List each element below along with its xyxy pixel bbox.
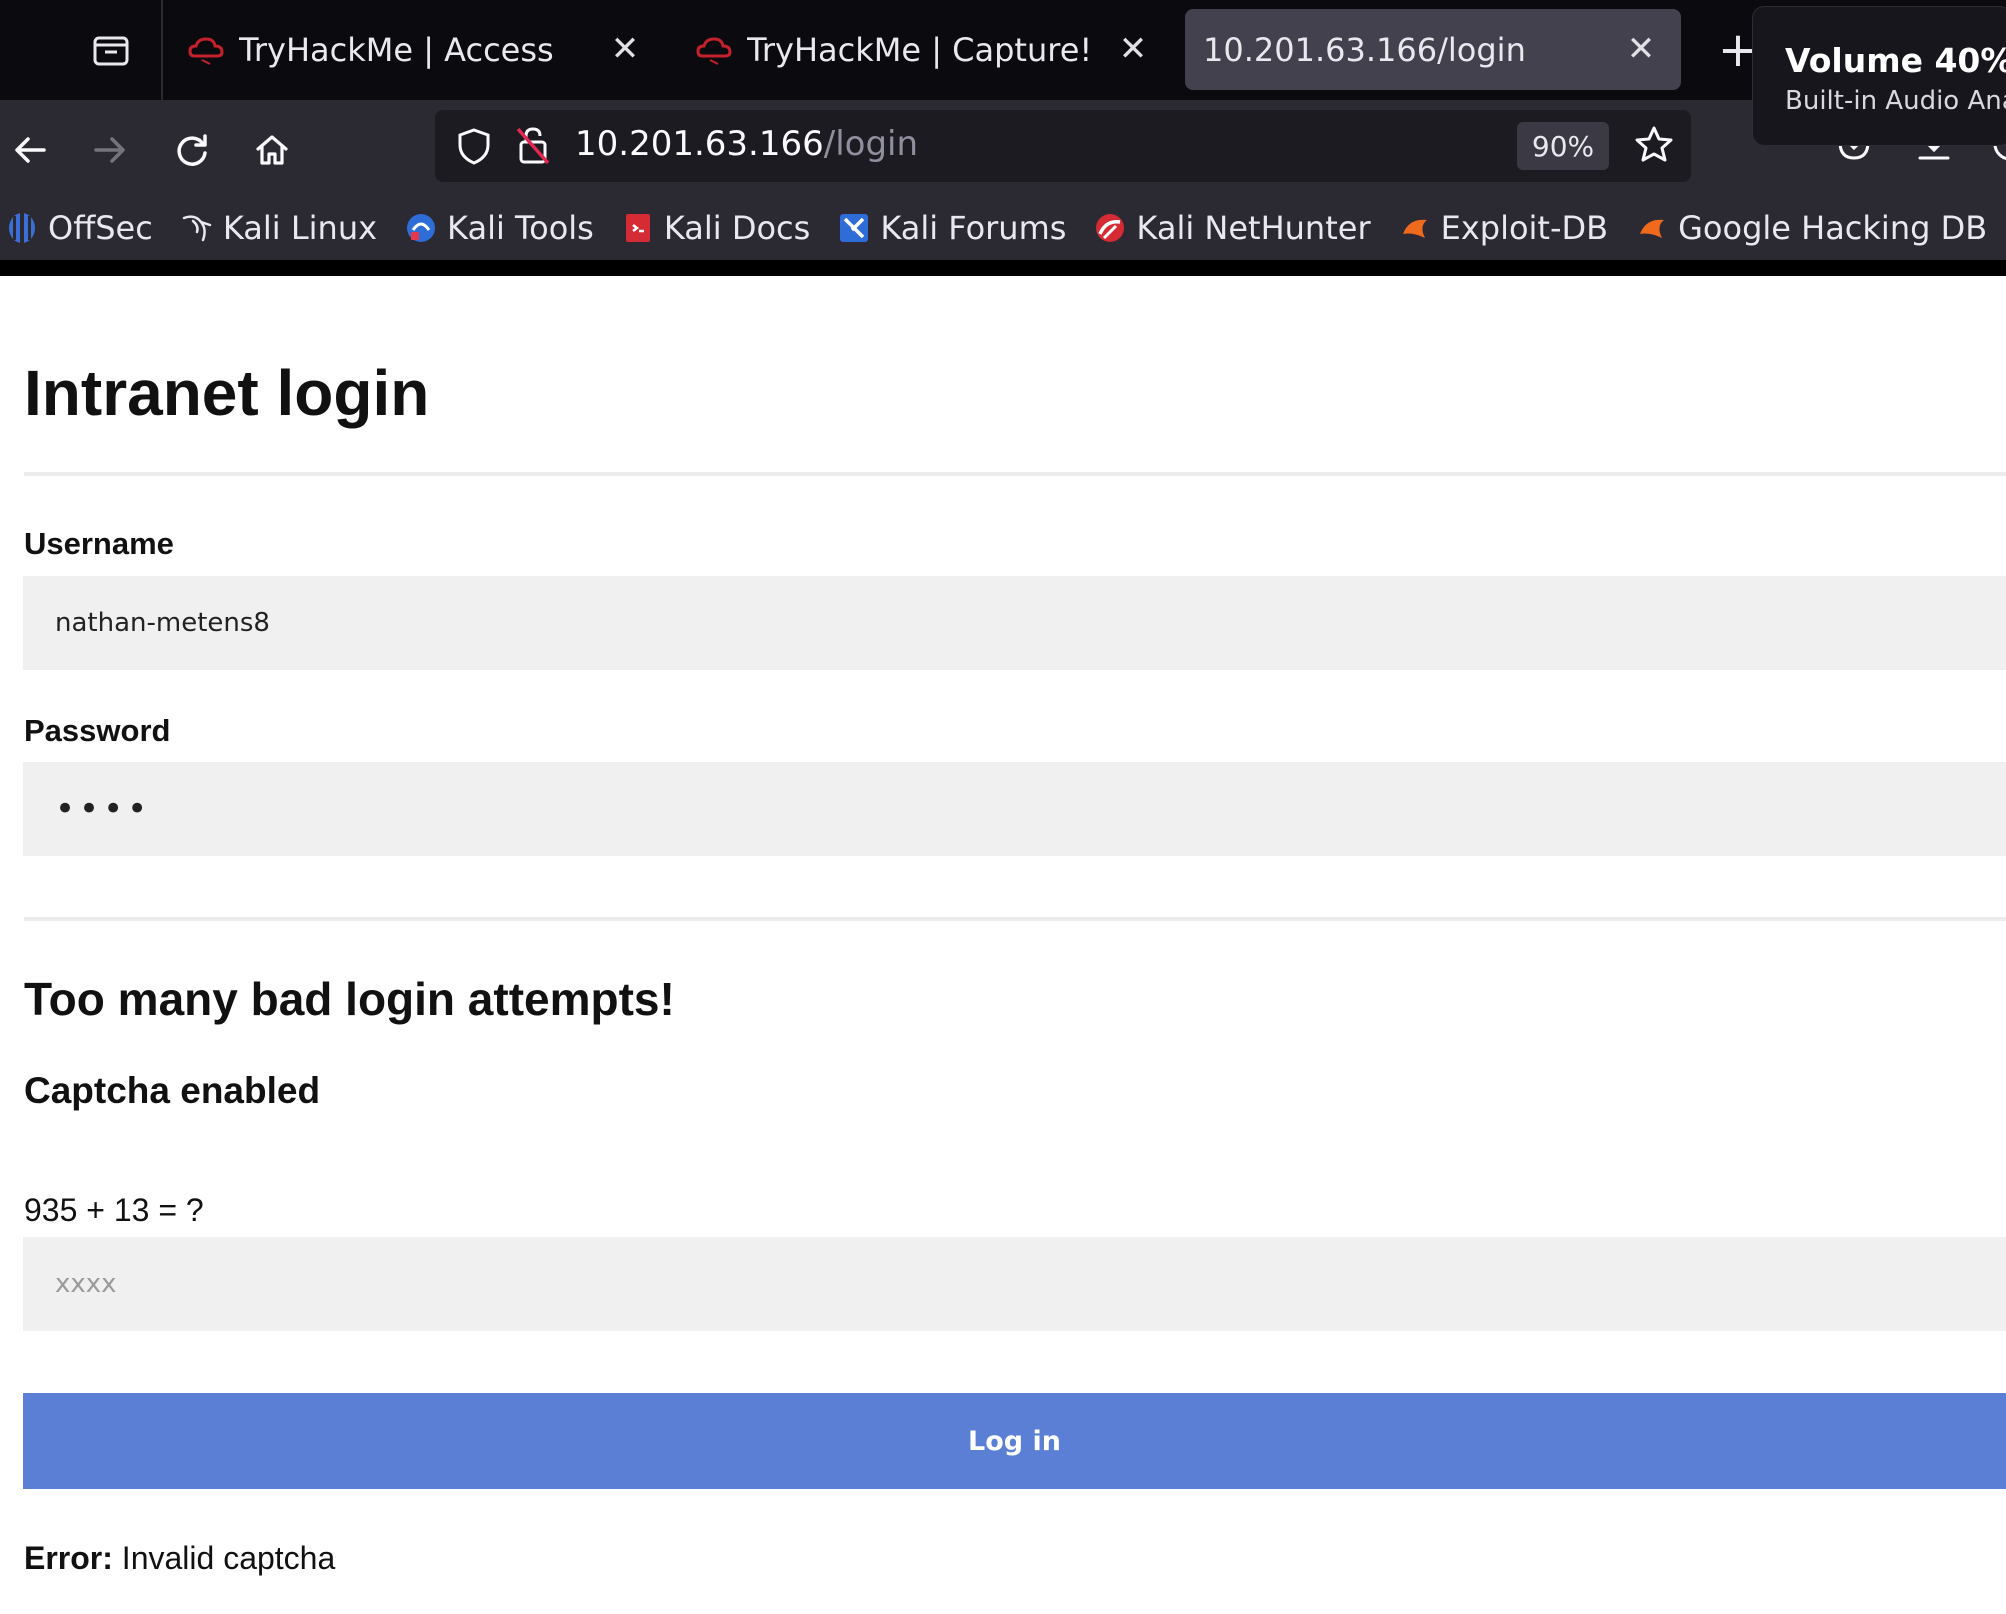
tab-login[interactable]: 10.201.63.166/login ✕ bbox=[1185, 9, 1681, 90]
captcha-heading: Captcha enabled bbox=[24, 1070, 321, 1111]
arrow-left-icon bbox=[15, 137, 46, 163]
close-icon[interactable]: ✕ bbox=[603, 27, 647, 71]
login-button[interactable]: Log in bbox=[23, 1393, 2006, 1489]
reload-button[interactable] bbox=[162, 120, 222, 180]
home-icon bbox=[256, 135, 288, 165]
close-icon[interactable]: ✕ bbox=[1619, 27, 1663, 71]
tryhackme-icon bbox=[693, 29, 735, 71]
volume-notification: Volume 40% Built-in Audio Ana bbox=[1752, 6, 2006, 146]
bookmark-kali-nethunter[interactable]: Kali NetHunter bbox=[1094, 208, 1371, 247]
bookmark-star-icon[interactable] bbox=[1633, 124, 1675, 170]
url-bar[interactable]: 10.201.63.166/login 90% bbox=[435, 110, 1691, 182]
bookmark-label: Google Hacking DB bbox=[1678, 208, 1988, 247]
tab-tryhackme-capture[interactable]: TryHackMe | Capture! ✕ bbox=[693, 9, 1173, 90]
back-button[interactable] bbox=[0, 120, 60, 180]
page-title: Intranet login bbox=[24, 357, 430, 429]
kali-docs-icon bbox=[622, 212, 654, 244]
bookmark-kali-linux[interactable]: Kali Linux bbox=[181, 209, 377, 247]
bookmark-kali-docs[interactable]: Kali Docs bbox=[622, 209, 810, 247]
close-icon[interactable]: ✕ bbox=[1111, 27, 1155, 71]
page-content: Intranet login Username Password Too man… bbox=[0, 276, 2006, 1614]
password-label: Password bbox=[24, 713, 171, 748]
username-label: Username bbox=[24, 526, 174, 561]
exploit-db-icon bbox=[1399, 212, 1431, 244]
tab-bar: TryHackMe | Access ✕ TryHackMe | Capture… bbox=[0, 0, 2006, 100]
bookmark-label: Kali Tools bbox=[447, 208, 594, 247]
bookmark-label: Kali NetHunter bbox=[1136, 208, 1371, 247]
password-input[interactable] bbox=[23, 762, 2006, 856]
home-button[interactable] bbox=[242, 120, 302, 180]
tab-label: 10.201.63.166/login bbox=[1203, 30, 1526, 69]
captcha-question: 935 + 13 = ? bbox=[24, 1192, 204, 1228]
kali-dragon-icon bbox=[181, 212, 213, 244]
divider bbox=[24, 472, 2006, 476]
chrome-divider bbox=[0, 260, 2006, 276]
bookmark-kali-forums[interactable]: Kali Forums bbox=[838, 209, 1066, 247]
bookmark-label: OffSec bbox=[48, 208, 153, 247]
shield-icon[interactable] bbox=[455, 126, 493, 170]
bookmark-label: Kali Linux bbox=[222, 208, 378, 247]
ghdb-icon bbox=[1636, 212, 1668, 244]
bookmark-google-hacking-db[interactable]: Google Hacking DB bbox=[1636, 209, 1987, 247]
url-text[interactable]: 10.201.63.166/login bbox=[575, 124, 918, 164]
kali-nethunter-icon bbox=[1094, 212, 1126, 244]
error-text: Invalid captcha bbox=[121, 1540, 336, 1576]
volume-device: Built-in Audio Ana bbox=[1785, 86, 2006, 116]
tab-label: TryHackMe | Access bbox=[239, 30, 554, 69]
bookmark-exploit-db[interactable]: Exploit-DB bbox=[1399, 208, 1609, 247]
bookmark-kali-tools[interactable]: Kali Tools bbox=[405, 209, 594, 247]
volume-title: Volume 40% bbox=[1785, 41, 2006, 80]
bookmark-offsec[interactable]: OffSec bbox=[6, 209, 153, 247]
warning-heading: Too many bad login attempts! bbox=[24, 973, 675, 1025]
divider bbox=[24, 917, 2006, 921]
arrow-right-icon bbox=[94, 137, 125, 163]
bookmark-label: Kali Forums bbox=[880, 208, 1067, 247]
firefox-view-icon bbox=[93, 36, 129, 66]
reload-icon bbox=[177, 134, 207, 166]
bookmarks-toolbar: OffSec Kali Linux Kali Tools Kali Docs K… bbox=[0, 195, 2006, 260]
captcha-input[interactable] bbox=[23, 1237, 2006, 1331]
bookmark-label: Exploit-DB bbox=[1440, 208, 1609, 247]
offsec-icon bbox=[6, 212, 38, 244]
error-label: Error: bbox=[24, 1540, 113, 1576]
kali-forums-icon bbox=[838, 212, 870, 244]
forward-button[interactable] bbox=[80, 120, 140, 180]
zoom-level-badge[interactable]: 90% bbox=[1517, 122, 1609, 170]
tryhackme-icon bbox=[185, 29, 227, 71]
firefox-view-button[interactable] bbox=[80, 20, 142, 80]
username-input[interactable] bbox=[23, 576, 2006, 670]
tab-separator bbox=[161, 0, 163, 100]
url-host: 10.201.63.166 bbox=[575, 124, 824, 164]
tab-label: TryHackMe | Capture! bbox=[747, 30, 1093, 69]
bookmark-label: Kali Docs bbox=[663, 208, 811, 247]
tab-tryhackme-access[interactable]: TryHackMe | Access ✕ bbox=[185, 9, 665, 90]
error-message: Error: Invalid captcha bbox=[24, 1540, 335, 1577]
url-path: /login bbox=[823, 124, 919, 164]
insecure-lock-icon[interactable] bbox=[515, 124, 551, 170]
kali-tools-icon bbox=[405, 212, 437, 244]
